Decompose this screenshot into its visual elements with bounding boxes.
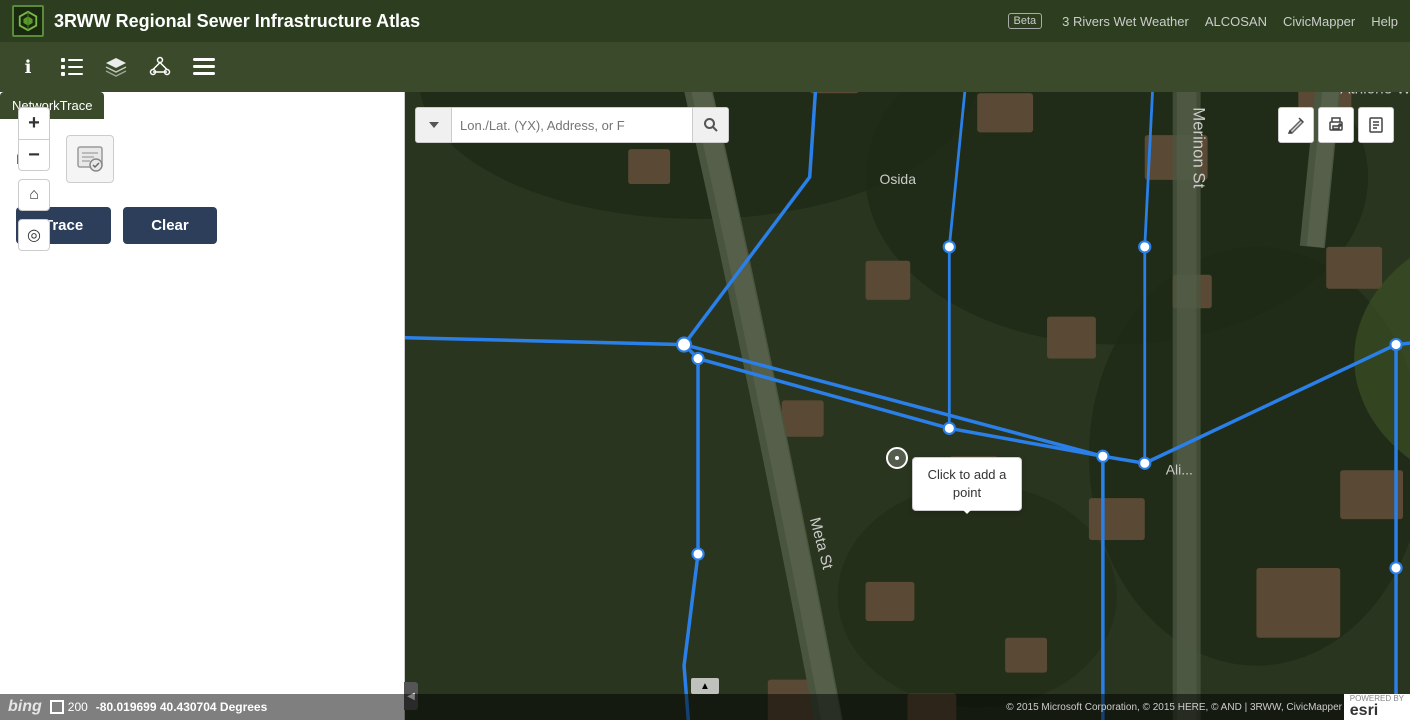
- bottom-bar: bing 200 -80.019699 40.430704 Degrees © …: [0, 694, 1410, 720]
- beta-badge: Beta: [1008, 13, 1043, 29]
- esri-text: esri: [1350, 703, 1404, 719]
- zoom-controls: + −: [18, 107, 50, 171]
- link-3rww[interactable]: 3 Rivers Wet Weather: [1062, 14, 1189, 29]
- zoom-in-button[interactable]: +: [18, 107, 50, 139]
- flags-row: Flags: [16, 135, 388, 183]
- coordinates-display: -80.019699 40.430704 Degrees: [96, 700, 267, 714]
- bing-logo: bing: [8, 698, 42, 716]
- scale-box: [50, 700, 64, 714]
- zoom-out-button[interactable]: −: [18, 139, 50, 171]
- svg-text:Osida: Osida: [880, 171, 917, 187]
- app-logo: [12, 5, 44, 37]
- link-civicmapper[interactable]: CivicMapper: [1283, 14, 1355, 29]
- app-title: 3RWW Regional Sewer Infrastructure Atlas: [54, 11, 1000, 32]
- svg-text:Athlone Way: Athlone Way: [1340, 92, 1410, 97]
- link-help[interactable]: Help: [1371, 14, 1398, 29]
- svg-text:Ali...: Ali...: [1166, 461, 1193, 477]
- panel-tab[interactable]: NetworkTrace: [0, 92, 104, 119]
- left-panel: NetworkTrace Flags Trace Clear: [0, 92, 405, 720]
- header-links: 3 Rivers Wet Weather ALCOSAN CivicMapper…: [1062, 14, 1398, 29]
- layers-button[interactable]: [96, 47, 136, 87]
- scroll-up-button[interactable]: ▲: [691, 678, 719, 694]
- app-header: 3RWW Regional Sewer Infrastructure Atlas…: [0, 0, 1410, 42]
- network-button[interactable]: [140, 47, 180, 87]
- search-input[interactable]: [452, 118, 692, 133]
- svg-text:Merinon St: Merinon St: [1190, 107, 1209, 188]
- draw-tool-button[interactable]: [1278, 107, 1314, 143]
- action-buttons: Trace Clear: [16, 207, 388, 244]
- info-button[interactable]: ℹ: [8, 47, 48, 87]
- copyright-text: © 2015 Microsoft Corporation, © 2015 HER…: [275, 702, 1342, 713]
- report-tool-button[interactable]: [1358, 107, 1394, 143]
- search-dropdown-button[interactable]: [416, 107, 452, 143]
- list-button[interactable]: [52, 47, 92, 87]
- clear-button[interactable]: Clear: [123, 207, 217, 244]
- search-bar: [415, 107, 729, 143]
- search-button[interactable]: [692, 107, 728, 143]
- scale-value: 200: [68, 700, 88, 714]
- main-toolbar: ℹ: [0, 42, 1410, 92]
- scale-bar: 200: [50, 700, 88, 714]
- map-tools-right: [1278, 107, 1394, 143]
- locate-button[interactable]: ◎: [18, 219, 50, 251]
- map-cursor: [886, 447, 908, 469]
- link-alcosan[interactable]: ALCOSAN: [1205, 14, 1267, 29]
- print-tool-button[interactable]: [1318, 107, 1354, 143]
- esri-logo: POWERED BY esri: [1344, 694, 1410, 720]
- panel-content: Flags Trace Clear: [0, 119, 404, 260]
- flags-icon-button[interactable]: [66, 135, 114, 183]
- home-button[interactable]: ⌂: [18, 179, 50, 211]
- map-container[interactable]: Merinon St Hallock St Olympia Rd Athlone…: [0, 92, 1410, 720]
- menu-button[interactable]: [184, 47, 224, 87]
